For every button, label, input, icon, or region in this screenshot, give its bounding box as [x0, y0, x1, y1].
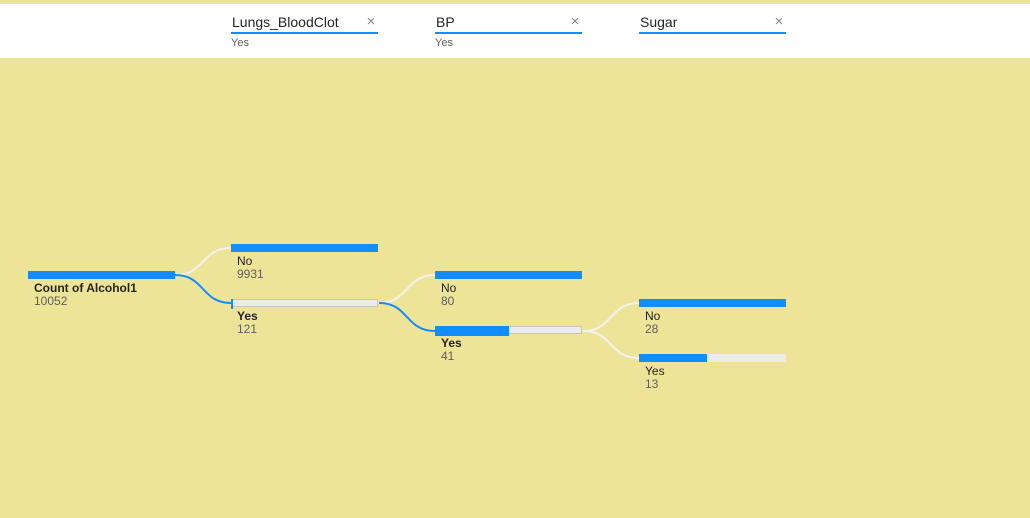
- node-bar: [435, 271, 582, 279]
- node-bar-fill: [435, 271, 582, 279]
- node-value: 10052: [34, 294, 68, 308]
- connector-yes2-no: [582, 302, 640, 332]
- node-bar-fill: [639, 299, 786, 307]
- node-bar-fill: [28, 271, 175, 279]
- filter-name: BP ×: [435, 12, 582, 34]
- node-bar: [28, 271, 175, 279]
- node-value: 121: [237, 322, 258, 336]
- connector-yes-yes: [378, 302, 436, 332]
- tree-connectors: [174, 247, 640, 359]
- filter-lungs-bloodclot[interactable]: Lungs_BloodClot × Yes: [231, 12, 378, 50]
- filter-header: Lungs_BloodClot × Yes BP × Yes Sugar ×: [0, 4, 1030, 58]
- node-value: 9931: [237, 267, 264, 281]
- node-bar-fill: [639, 354, 707, 362]
- node-value: 80: [441, 294, 455, 308]
- filter-sugar[interactable]: Sugar ×: [639, 12, 786, 36]
- close-icon[interactable]: ×: [568, 12, 582, 32]
- node-value: 13: [645, 377, 659, 391]
- node-bar: [639, 299, 786, 307]
- node-value: 28: [645, 322, 659, 336]
- close-icon[interactable]: ×: [364, 12, 378, 32]
- filter-name: Sugar ×: [639, 12, 786, 34]
- close-icon[interactable]: ×: [772, 12, 786, 32]
- filter-name: Lungs_BloodClot ×: [231, 12, 378, 34]
- node-bar: [435, 326, 582, 336]
- node-bar: [639, 354, 786, 362]
- filter-value: Yes: [231, 37, 249, 49]
- node-bar-fill: [231, 299, 234, 309]
- node-bar-fill: [435, 326, 509, 336]
- connector-root-no: [174, 247, 232, 276]
- connector-yes2-yes: [582, 330, 640, 359]
- connector-yes-no: [378, 274, 436, 304]
- connector-root-yes: [174, 274, 232, 304]
- node-bar-fill: [231, 244, 378, 252]
- node-value: 41: [441, 349, 455, 363]
- node-bar: [231, 299, 378, 309]
- node-bar: [231, 244, 378, 252]
- filter-bp[interactable]: BP × Yes: [435, 12, 582, 50]
- filter-value: Yes: [435, 37, 453, 49]
